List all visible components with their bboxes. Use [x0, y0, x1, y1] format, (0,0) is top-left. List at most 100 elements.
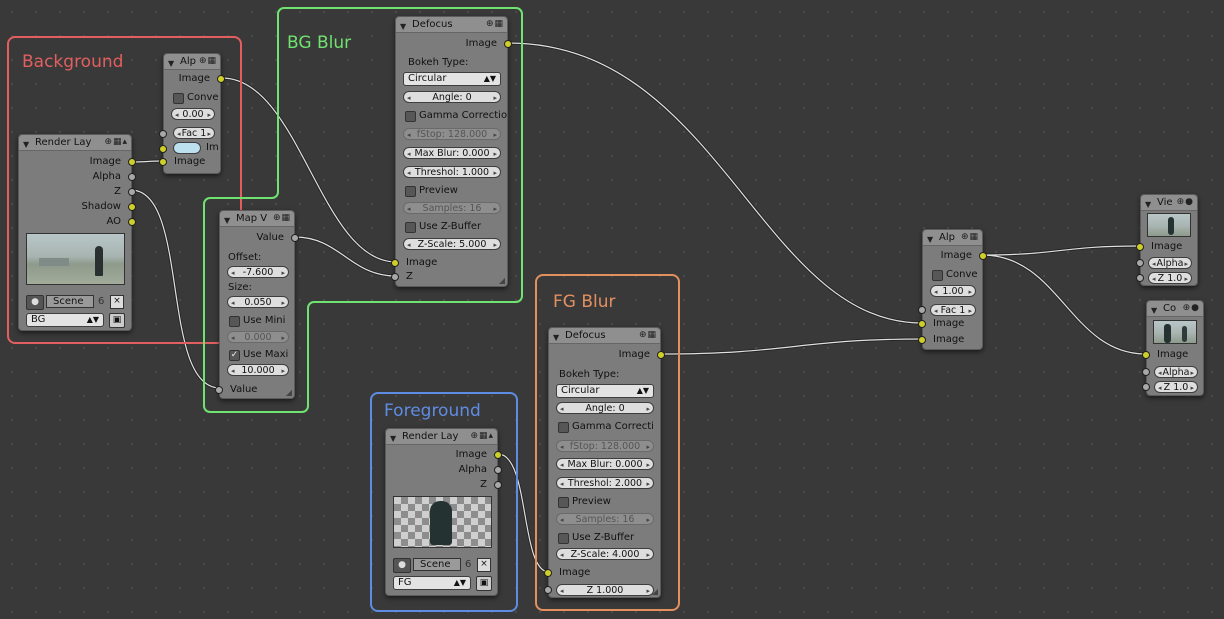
render-icon[interactable]: ▣ — [109, 313, 125, 328]
socket-fac-in[interactable] — [159, 130, 167, 138]
angle-field[interactable]: Angle: 0 — [556, 402, 654, 414]
socket-image-out[interactable] — [494, 451, 502, 459]
scene-selector[interactable]: ● Scene 6 × — [26, 295, 125, 310]
use-min-checkbox[interactable]: Use Mini — [229, 315, 285, 327]
resize-handle-icon[interactable]: ◢ — [499, 276, 505, 285]
checkbox-box[interactable] — [558, 422, 569, 433]
socket-value-in[interactable] — [215, 386, 223, 394]
defocus-node-fg[interactable]: ▼ Defocus ⊕▦ Image Bokeh Type: Circular … — [544, 327, 665, 598]
samples-field[interactable]: Samples: 16 — [556, 513, 654, 525]
checkbox-box[interactable] — [405, 186, 416, 197]
socket-image-in[interactable] — [391, 259, 399, 267]
preview-checkbox[interactable]: Preview — [405, 185, 458, 197]
node-header[interactable]: ▼ Alp ⊕▦ — [164, 54, 220, 70]
zscale-field[interactable]: Z-Scale: 4.000 — [556, 548, 654, 560]
collapse-triangle-icon[interactable]: ▼ — [927, 232, 933, 245]
checkbox-box[interactable] — [558, 533, 569, 544]
node-header-icons[interactable]: ⊕▦ — [199, 54, 217, 69]
node-header[interactable]: ▼ Alp ⊕▦ — [923, 230, 982, 246]
socket-z-in[interactable] — [391, 273, 399, 281]
socket-image-in[interactable] — [159, 158, 167, 166]
premul-field[interactable]: 0.00 — [171, 108, 215, 120]
node-header[interactable]: ▼ Render Lay ⊕▦▴ — [386, 429, 497, 445]
convert-premul-checkbox[interactable]: Conve — [173, 92, 219, 104]
max-field[interactable]: 10.000 — [227, 364, 289, 376]
socket-image-out[interactable] — [657, 351, 665, 359]
checkbox-box[interactable] — [558, 497, 569, 508]
scene-name[interactable]: Scene — [413, 558, 461, 571]
z-input-field[interactable]: Z 1.000 — [556, 584, 654, 596]
image-color-field[interactable] — [173, 142, 201, 154]
fac-field[interactable]: Fac 1 — [173, 127, 215, 139]
node-header-icons[interactable]: ⊕● — [1183, 301, 1200, 316]
premul-field[interactable]: 1.00 — [930, 285, 976, 297]
collapse-triangle-icon[interactable]: ▼ — [1151, 303, 1157, 316]
node-header-icons[interactable]: ⊕▦ — [961, 230, 979, 245]
alpha-field[interactable]: Alpha — [1154, 366, 1198, 378]
use-zbuffer-checkbox[interactable]: Use Z-Buffer — [558, 532, 634, 544]
scene-name[interactable]: Scene — [46, 295, 94, 308]
z-field[interactable]: Z 1.0 — [1148, 272, 1192, 284]
scene-icon[interactable]: ● — [393, 558, 411, 573]
node-header[interactable]: ▼ Co ⊕● — [1147, 301, 1203, 317]
resize-handle-icon[interactable]: ◢ — [652, 587, 658, 596]
node-header-icons[interactable]: ⊕▦▴ — [470, 429, 494, 444]
render-layers-node-bg[interactable]: ▼ Render Lay ⊕▦▴ Image Alpha Z Shadow AO… — [18, 134, 136, 331]
collapse-triangle-icon[interactable]: ▼ — [390, 431, 396, 444]
collapse-triangle-icon[interactable]: ▼ — [224, 213, 230, 226]
max-blur-field[interactable]: Max Blur: 0.000 — [556, 458, 654, 470]
gamma-correction-checkbox[interactable]: Gamma Correcti — [558, 421, 654, 433]
socket-fac-in[interactable] — [918, 306, 926, 314]
node-header-icons[interactable]: ⊕● — [1177, 195, 1194, 210]
gamma-correction-checkbox[interactable]: Gamma Correctio — [405, 110, 507, 122]
render-icon[interactable]: ▣ — [476, 576, 492, 591]
node-header[interactable]: ▼ Defocus ⊕▦ — [396, 17, 507, 33]
threshold-field[interactable]: Threshol: 2.000 — [556, 477, 654, 489]
socket-z-out[interactable] — [128, 188, 136, 196]
close-icon[interactable]: × — [110, 295, 124, 309]
socket-image1-in[interactable] — [918, 320, 926, 328]
close-icon[interactable]: × — [477, 558, 491, 572]
collapse-triangle-icon[interactable]: ▼ — [400, 19, 406, 32]
layer-select[interactable]: FG ▲▼ — [393, 576, 471, 590]
bokeh-type-select[interactable]: Circular ▲▼ — [556, 384, 654, 398]
socket-image-out[interactable] — [128, 158, 136, 166]
socket-value-out[interactable] — [291, 234, 299, 242]
fstop-field[interactable]: fStop: 128.000 — [556, 440, 654, 452]
socket-ao-out[interactable] — [128, 218, 136, 226]
preview-checkbox[interactable]: Preview — [558, 496, 611, 508]
zscale-field[interactable]: Z-Scale: 5.000 — [403, 238, 501, 250]
checkbox-box[interactable] — [405, 111, 416, 122]
socket-alpha-in[interactable] — [1142, 368, 1150, 376]
viewer-node[interactable]: ▼ Vie ⊕● Image Alpha Z 1.0 — [1136, 194, 1198, 286]
z-field[interactable]: Z 1.0 — [1154, 381, 1198, 393]
layer-select[interactable]: BG ▲▼ — [26, 313, 104, 327]
socket-z-in[interactable] — [1142, 383, 1150, 391]
bokeh-type-select[interactable]: Circular ▲▼ — [403, 72, 501, 86]
socket-alpha-out[interactable] — [494, 466, 502, 474]
node-header-icons[interactable]: ⊕▦ — [486, 17, 504, 32]
node-header-icons[interactable]: ⊕▦▴ — [104, 135, 128, 150]
scene-selector[interactable]: ● Scene 6 × — [393, 558, 492, 573]
node-header[interactable]: ▼ Map V ⊕▦ — [220, 211, 294, 227]
size-field[interactable]: 0.050 — [227, 296, 289, 308]
socket-alpha-out[interactable] — [128, 173, 136, 181]
checkbox-box[interactable] — [173, 93, 184, 104]
composite-node[interactable]: ▼ Co ⊕● Image Alpha Z 1.0 — [1142, 300, 1204, 396]
alpha-over-node-main[interactable]: ▼ Alp ⊕▦ Image Conve 1.00 Fac 1 Image Im… — [918, 229, 987, 350]
socket-z-out[interactable] — [494, 481, 502, 489]
fstop-field[interactable]: fStop: 128.000 — [403, 128, 501, 140]
node-header-icons[interactable]: ⊕▦ — [639, 328, 657, 343]
collapse-triangle-icon[interactable]: ▼ — [168, 56, 174, 69]
socket-image-out[interactable] — [979, 252, 987, 260]
node-header-icons[interactable]: ⊕▦ — [273, 211, 291, 226]
max-blur-field[interactable]: Max Blur: 0.000 — [403, 147, 501, 159]
resize-handle-icon[interactable]: ◢ — [286, 388, 292, 397]
socket-image-out[interactable] — [217, 75, 225, 83]
defocus-node-bg[interactable]: ▼ Defocus ⊕▦ Image Bokeh Type: Circular … — [391, 16, 512, 287]
render-layers-node-fg[interactable]: ▼ Render Lay ⊕▦▴ Image Alpha Z ● Scene 6… — [385, 428, 502, 596]
threshold-field[interactable]: Threshol: 1.000 — [403, 166, 501, 178]
checkbox-box[interactable] — [229, 316, 240, 327]
socket-alpha-in[interactable] — [1136, 259, 1144, 267]
checkbox-box[interactable] — [932, 270, 943, 281]
